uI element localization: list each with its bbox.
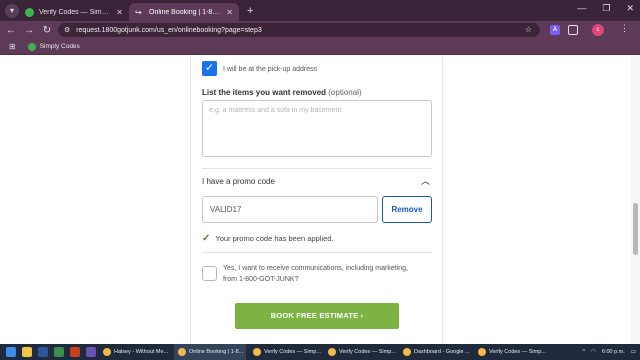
taskbar-app-label: Verify Codes — Simp... [339, 349, 396, 355]
reload-icon[interactable]: ↻ [38, 25, 56, 36]
tab-search-icon[interactable]: ▾ [5, 3, 19, 18]
remove-promo-button[interactable]: Remove [382, 196, 432, 223]
tab-close-icon[interactable]: ✕ [226, 8, 233, 17]
booking-form: ✓ I will be at the pick-up address List … [190, 56, 443, 344]
taskbar-app[interactable]: Verify Codes — Simp... [324, 344, 396, 360]
items-optional-text: (optional) [328, 88, 362, 97]
notifications-icon[interactable]: ▭ [631, 349, 636, 355]
minimize-icon[interactable]: — [577, 3, 586, 14]
taskbar-app[interactable]: Halsey - Without Me... [99, 344, 171, 360]
scrollbar-track[interactable] [631, 56, 640, 344]
bookmarks-bar: ⊞ Simply Codes [0, 39, 640, 55]
simplycodes-icon [27, 42, 36, 51]
chevron-up-icon[interactable]: ^ [582, 349, 585, 355]
tab-strip: ▾ Verify Codes — SimplyCodes ✕ ↪ Online … [0, 0, 640, 21]
pickup-checkbox[interactable]: ✓ [202, 61, 217, 76]
chevron-up-icon[interactable]: ︿ [421, 174, 430, 187]
chrome-icon [403, 348, 411, 356]
profile-avatar[interactable]: c [592, 24, 604, 36]
wifi-icon[interactable]: ◠ [591, 349, 596, 355]
applied-text: Your promo code has been applied. [215, 234, 334, 243]
simplycodes-icon [25, 7, 34, 17]
divider [202, 168, 432, 169]
address-bar[interactable]: ⚙ request.1800gotjunk.com/us_en/onlinebo… [58, 23, 540, 37]
apps-grid-icon[interactable]: ⊞ [9, 42, 16, 51]
chrome-icon [253, 348, 261, 356]
excel-icon[interactable] [54, 347, 64, 357]
items-placeholder: e.g. a mattress and a sofa in my basemen… [209, 107, 342, 114]
menu-more-icon[interactable]: ⋮ [620, 23, 629, 34]
chrome-icon [328, 348, 336, 356]
powerpoint-icon[interactable] [70, 347, 80, 357]
promo-code-input[interactable]: VALID17 [202, 196, 378, 223]
url-text: request.1800gotjunk.com/us_en/onlinebook… [76, 26, 262, 34]
taskbar-app-label: Halsey - Without Me... [114, 349, 169, 355]
forward-icon[interactable]: → [20, 25, 38, 36]
teams-icon[interactable] [86, 347, 96, 357]
junk-icon: ↪ [135, 7, 142, 17]
page-content: ✓ I will be at the pick-up address List … [0, 56, 640, 344]
site-info-icon[interactable]: ⚙ [64, 26, 70, 34]
chevron-right-icon: › [360, 311, 364, 320]
close-window-icon[interactable]: ✕ [626, 3, 634, 14]
bookmark-star-icon[interactable]: ☆ [525, 25, 532, 34]
promo-applied-message: ✓ Your promo code has been applied. [202, 233, 334, 244]
taskbar-app-label: Dashboard - Google ... [414, 349, 470, 355]
book-button-label: BOOK FREE ESTIMATE [270, 311, 359, 320]
system-tray: ^ ◠ 6:00 p.m. ▭ [582, 344, 636, 360]
items-label: List the items you want removed (optiona… [202, 88, 362, 97]
taskbar-app-label: Verify Codes — Simp... [489, 349, 546, 355]
tab-verify-codes[interactable]: Verify Codes — SimplyCodes ✕ [19, 3, 129, 21]
tab-close-icon[interactable]: ✕ [116, 8, 123, 17]
tab-online-booking[interactable]: ↪ Online Booking | 1-800-GOT-JUNK? ✕ [129, 3, 239, 21]
side-panel-icon[interactable] [568, 25, 578, 35]
clock-time[interactable]: 6:00 p.m. [602, 349, 625, 355]
taskbar: Halsey - Without Me... Online Booking | … [0, 344, 640, 360]
items-textarea[interactable]: e.g. a mattress and a sofa in my basemen… [202, 100, 432, 157]
tab-title: Online Booking | 1-800-GOT-JUNK? [149, 8, 223, 16]
marketing-checkbox-label: Yes, I want to receive communications, i… [223, 265, 408, 283]
browser-toolbar: ← → ↻ ⚙ request.1800gotjunk.com/us_en/on… [0, 21, 640, 39]
bookmark-simply-codes[interactable]: Simply Codes [27, 42, 80, 51]
taskbar-app-label: Online Booking | 1-8... [189, 349, 244, 355]
chrome-icon [478, 348, 486, 356]
extension-icon[interactable]: A [550, 25, 560, 35]
chrome-icon [103, 348, 111, 356]
promo-code-header[interactable]: I have a promo code [202, 177, 275, 186]
taskbar-app[interactable]: Online Booking | 1-8... [174, 344, 246, 360]
windows-start-icon[interactable] [6, 347, 16, 357]
taskbar-app[interactable]: Verify Codes — Simp... [249, 344, 321, 360]
marketing-checkbox[interactable] [202, 266, 217, 281]
checkmark-icon: ✓ [202, 233, 211, 244]
tab-title: Verify Codes — SimplyCodes [39, 8, 112, 16]
items-label-text: List the items you want removed [202, 88, 327, 97]
taskbar-app-label: Verify Codes — Simp... [264, 349, 321, 355]
book-free-estimate-button[interactable]: BOOK FREE ESTIMATE › [235, 303, 399, 329]
divider [202, 252, 432, 253]
taskbar-app[interactable]: Dashboard - Google ... [399, 344, 471, 360]
chrome-icon [178, 348, 186, 356]
pickup-checkbox-label: I will be at the pick-up address [223, 66, 318, 73]
scrollbar-thumb[interactable] [633, 203, 638, 255]
window-controls: — ❐ ✕ [577, 3, 634, 14]
taskbar-app[interactable]: Verify Codes — Simp... [474, 344, 546, 360]
restore-icon[interactable]: ❐ [602, 3, 610, 14]
bookmark-label: Simply Codes [39, 43, 80, 50]
back-icon[interactable]: ← [2, 25, 20, 36]
new-tab-button[interactable]: + [247, 5, 253, 17]
word-icon[interactable] [38, 347, 48, 357]
file-explorer-icon[interactable] [22, 347, 32, 357]
